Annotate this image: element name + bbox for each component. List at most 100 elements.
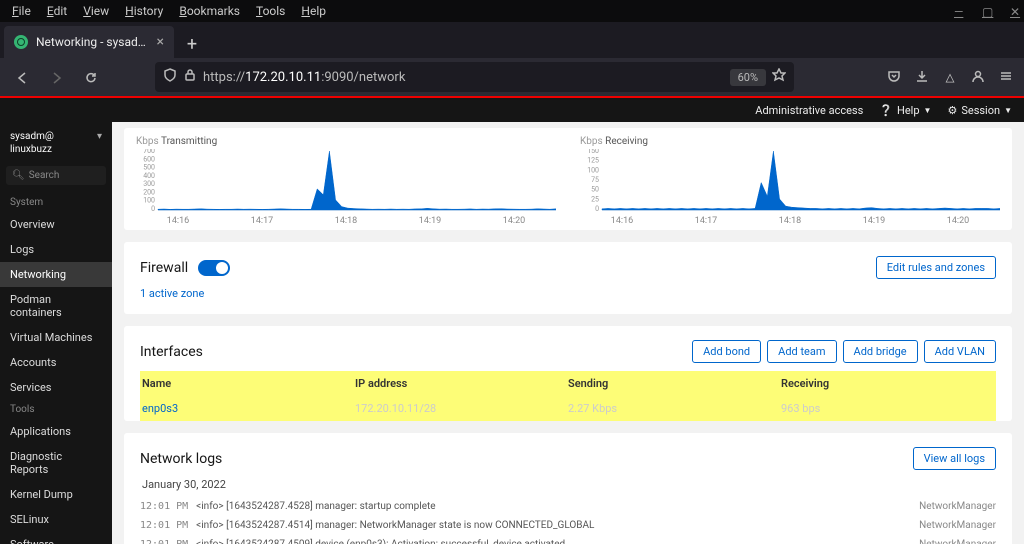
chart-transmitting: Kbps Transmitting 7006005004003002001000…: [136, 136, 556, 226]
firewall-toggle[interactable]: [198, 260, 230, 276]
tab-favicon-icon: [14, 35, 28, 49]
log-source: NetworkManager: [919, 520, 996, 531]
browser-navbar: https://172.20.10.11:9090/network 60% △: [0, 58, 1024, 96]
add-team-button[interactable]: Add team: [767, 340, 836, 363]
url-text: https://172.20.10.11:9090/network: [203, 70, 724, 85]
table-cell: enp0s3: [142, 402, 355, 415]
firewall-title: Firewall: [140, 260, 188, 276]
nav-forward-button[interactable]: [42, 63, 70, 91]
lock-icon: [183, 68, 197, 86]
svg-text:600: 600: [143, 155, 155, 163]
log-time: 12:01 PM: [140, 501, 188, 512]
tab-close-icon[interactable]: ×: [157, 34, 164, 50]
nav-back-button[interactable]: [8, 63, 36, 91]
sidebar-item-networking[interactable]: Networking: [0, 262, 112, 287]
sidebar-item-software-updates[interactable]: Software Updates▲: [0, 532, 112, 544]
log-message: <info> [1643524287.4509] device (enp0s3)…: [196, 539, 911, 544]
downloads-icon[interactable]: [912, 69, 932, 86]
table-header: Sending: [568, 377, 781, 390]
nav-reload-button[interactable]: [76, 63, 104, 91]
svg-text:0: 0: [595, 205, 599, 211]
interfaces-title: Interfaces: [140, 344, 203, 360]
sidebar-item-services[interactable]: Services: [0, 375, 112, 400]
menu-bookmarks[interactable]: Bookmarks: [171, 2, 248, 20]
table-cell: 963 bps: [781, 402, 994, 415]
active-zone-link[interactable]: 1 active zone: [140, 287, 996, 300]
menu-file[interactable]: File: [4, 2, 39, 20]
account-icon[interactable]: [968, 69, 988, 86]
window-maximize-icon[interactable]: ▢: [974, 3, 990, 21]
logs-title: Network logs: [140, 451, 222, 467]
chevron-down-icon: ▾: [97, 130, 102, 143]
table-header: Receiving: [781, 377, 994, 390]
menu-tools[interactable]: Tools: [248, 2, 293, 20]
edit-rules-button[interactable]: Edit rules and zones: [876, 256, 996, 279]
browser-tabbar: Networking - sysadm@linuxbuz × +: [0, 22, 1024, 58]
browser-tab[interactable]: Networking - sysadm@linuxbuz ×: [4, 26, 174, 58]
sidebar-heading-tools: Tools: [0, 400, 112, 419]
network-logs-card: Network logs View all logs January 30, 2…: [124, 433, 1012, 544]
add-bridge-button[interactable]: Add bridge: [843, 340, 918, 363]
app-topbar: Administrative access ❔Help ▼ ⚙Session ▼: [0, 98, 1024, 122]
log-row[interactable]: 12:01 PM <info> [1643524287.4509] device …: [140, 535, 996, 544]
svg-text:25: 25: [591, 195, 599, 203]
svg-text:0: 0: [151, 205, 155, 211]
add-bond-button[interactable]: Add bond: [692, 340, 761, 363]
svg-text:100: 100: [587, 166, 599, 174]
svg-text:300: 300: [143, 180, 155, 188]
sidebar-item-selinux[interactable]: SELinux: [0, 507, 112, 532]
pocket-icon[interactable]: [884, 69, 904, 86]
sidebar-heading-system: System: [0, 193, 112, 212]
log-row[interactable]: 12:01 PM <info> [1643524287.4528] manager…: [140, 497, 996, 516]
svg-text:50: 50: [591, 186, 599, 194]
sidebar-item-applications[interactable]: Applications: [0, 419, 112, 444]
sidebar-item-virtual-machines[interactable]: Virtual Machines: [0, 325, 112, 350]
log-message: <info> [1643524287.4528] manager: startu…: [196, 501, 911, 512]
log-source: NetworkManager: [919, 539, 996, 544]
table-cell: 172.20.10.11/28: [355, 402, 568, 415]
sidebar-item-accounts[interactable]: Accounts: [0, 350, 112, 375]
table-cell: 2.27 Kbps: [568, 402, 781, 415]
shield-icon: [163, 68, 177, 86]
logs-date: January 30, 2022: [142, 478, 996, 491]
menu-help[interactable]: Help: [293, 2, 334, 20]
window-menubar: File Edit View History Bookmarks Tools H…: [0, 0, 1024, 22]
sidebar-user[interactable]: sysadm@linuxbuzz ▾: [0, 122, 112, 164]
zoom-badge[interactable]: 60%: [730, 69, 766, 86]
log-time: 12:01 PM: [140, 539, 188, 544]
content-area: Kbps Transmitting 7006005004003002001000…: [112, 122, 1024, 544]
extension-icon[interactable]: △: [940, 68, 960, 86]
sidebar-item-logs[interactable]: Logs: [0, 237, 112, 262]
window-close-icon[interactable]: ✕: [1002, 3, 1018, 21]
new-tab-button[interactable]: +: [178, 30, 206, 58]
log-source: NetworkManager: [919, 501, 996, 512]
help-menu[interactable]: ❔Help ▼: [879, 104, 931, 117]
bookmark-star-icon[interactable]: [772, 68, 786, 86]
sidebar-item-overview[interactable]: Overview: [0, 212, 112, 237]
add-vlan-button[interactable]: Add VLAN: [924, 340, 996, 363]
charts-card: Kbps Transmitting 7006005004003002001000…: [124, 128, 1012, 230]
svg-text:700: 700: [143, 149, 155, 155]
sidebar-search[interactable]: 🔍︎ Search: [6, 166, 106, 185]
menu-view[interactable]: View: [75, 2, 117, 20]
admin-access-label[interactable]: Administrative access: [755, 104, 863, 117]
table-row[interactable]: enp0s3172.20.10.11/282.27 Kbps963 bps: [140, 396, 996, 421]
sidebar-item-diagnostic-reports[interactable]: Diagnostic Reports: [0, 444, 112, 482]
svg-text:200: 200: [143, 188, 155, 196]
svg-text:125: 125: [587, 157, 599, 165]
svg-text:75: 75: [591, 176, 599, 184]
menu-history[interactable]: History: [117, 2, 171, 20]
sidebar-item-kernel-dump[interactable]: Kernel Dump: [0, 482, 112, 507]
sidebar-item-podman-containers[interactable]: Podman containers: [0, 287, 112, 325]
svg-text:150: 150: [587, 149, 599, 155]
log-row[interactable]: 12:01 PM<info> [1643524287.4514] manager…: [140, 516, 996, 535]
gear-icon: ⚙: [947, 104, 957, 117]
menu-edit[interactable]: Edit: [39, 2, 75, 20]
table-header: Name: [142, 377, 355, 390]
app-menu-icon[interactable]: [996, 69, 1016, 86]
window-minimize-icon[interactable]: —: [946, 3, 962, 21]
view-all-logs-button[interactable]: View all logs: [913, 447, 996, 470]
url-bar[interactable]: https://172.20.10.11:9090/network 60%: [155, 62, 794, 92]
session-menu[interactable]: ⚙Session ▼: [947, 104, 1012, 117]
table-header: IP address: [355, 377, 568, 390]
